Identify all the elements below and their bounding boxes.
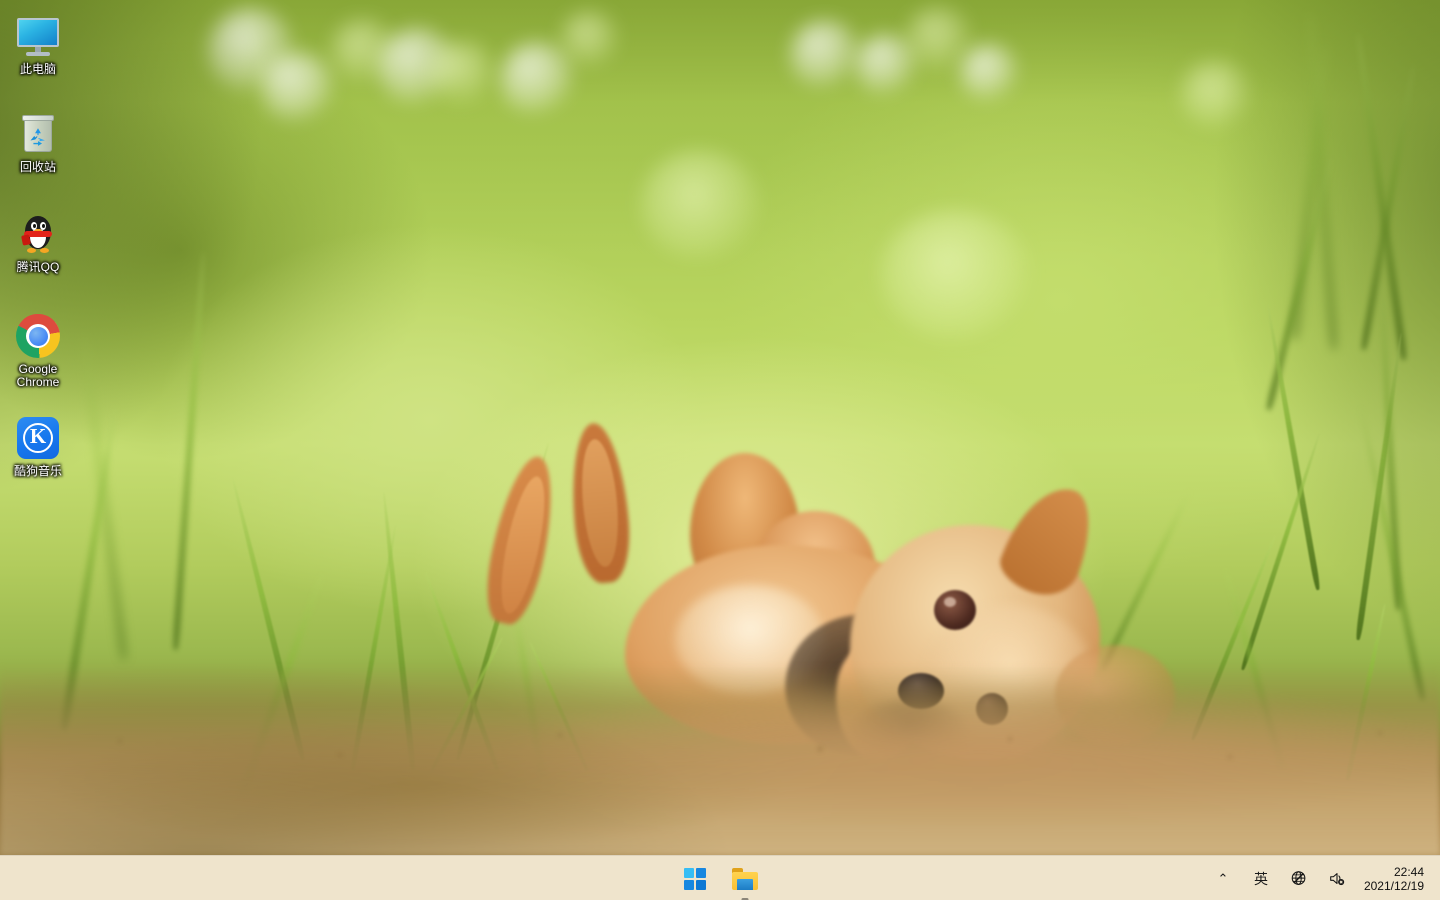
bokeh-light (640, 150, 760, 260)
grass-blade (172, 250, 207, 651)
taskbar: ⌃ 英 22:44 2021/12/19 (0, 855, 1440, 900)
desktop-icon-this-pc[interactable]: 此电脑 (4, 12, 72, 76)
desktop-icon-label: Google Chrome (16, 362, 60, 389)
chrome-icon (14, 312, 62, 360)
bokeh-light (960, 44, 1018, 102)
clock-time: 22:44 (1393, 864, 1424, 879)
ime-language-label: 英 (1253, 870, 1268, 887)
desktop-icon-column: 此电脑 回收站 腾讯QQ Google Chrome K 酷狗音乐 (0, 0, 110, 855)
bokeh-light (790, 20, 860, 90)
bokeh-light (880, 210, 1030, 340)
desktop-wallpaper[interactable]: 此电脑 回收站 腾讯QQ Google Chrome K 酷狗音乐 (0, 0, 1440, 855)
show-hidden-icons-button[interactable]: ⌃ (1204, 856, 1242, 900)
bokeh-light (262, 52, 334, 124)
dog-eye-upper (934, 590, 976, 630)
desktop-icon-tencent-qq[interactable]: 腾讯QQ (4, 210, 72, 274)
network-button[interactable] (1280, 856, 1318, 900)
clock-date: 2021/12/19 (1363, 878, 1424, 893)
windows-logo-icon (684, 867, 706, 890)
dog-eye-highlight (944, 597, 956, 607)
desktop-screen: 此电脑 回收站 腾讯QQ Google Chrome K 酷狗音乐 ⌃ 英 22… (0, 0, 1440, 900)
desktop-icon-label: 此电脑 (19, 62, 56, 76)
volume-button[interactable] (1318, 856, 1356, 900)
desktop-icon-label: 腾讯QQ (16, 260, 60, 274)
desktop-icon-label: 回收站 (19, 160, 56, 174)
desktop-icon-google-chrome[interactable]: Google Chrome (4, 312, 72, 389)
desktop-icon-recycle-bin[interactable]: 回收站 (4, 110, 72, 174)
monitor-icon (14, 12, 62, 60)
ime-indicator-button[interactable]: 英 (1242, 856, 1280, 900)
recycle-arrows-icon (30, 128, 45, 146)
taskbar-clock[interactable]: 22:44 2021/12/19 (1356, 856, 1430, 900)
bokeh-light (1180, 60, 1250, 130)
kugou-music-icon: K (14, 414, 62, 462)
ground-pebbles (0, 721, 1440, 781)
recycle-bin-icon (14, 110, 62, 158)
chevron-up-icon: ⌃ (1217, 871, 1229, 886)
file-explorer-button[interactable] (725, 859, 765, 900)
desktop-icon-kugou-music[interactable]: K 酷狗音乐 (4, 414, 72, 478)
globe-disconnected-icon (1291, 870, 1306, 885)
bokeh-light (560, 10, 618, 68)
file-explorer-icon (732, 867, 758, 890)
speaker-muted-icon (1330, 872, 1345, 885)
bokeh-light (430, 40, 494, 104)
qq-penguin-icon (14, 210, 62, 258)
system-tray: ⌃ 英 22:44 2021/12/19 (1204, 856, 1440, 900)
desktop-icon-label: 酷狗音乐 (13, 464, 62, 478)
start-button[interactable] (675, 859, 715, 899)
